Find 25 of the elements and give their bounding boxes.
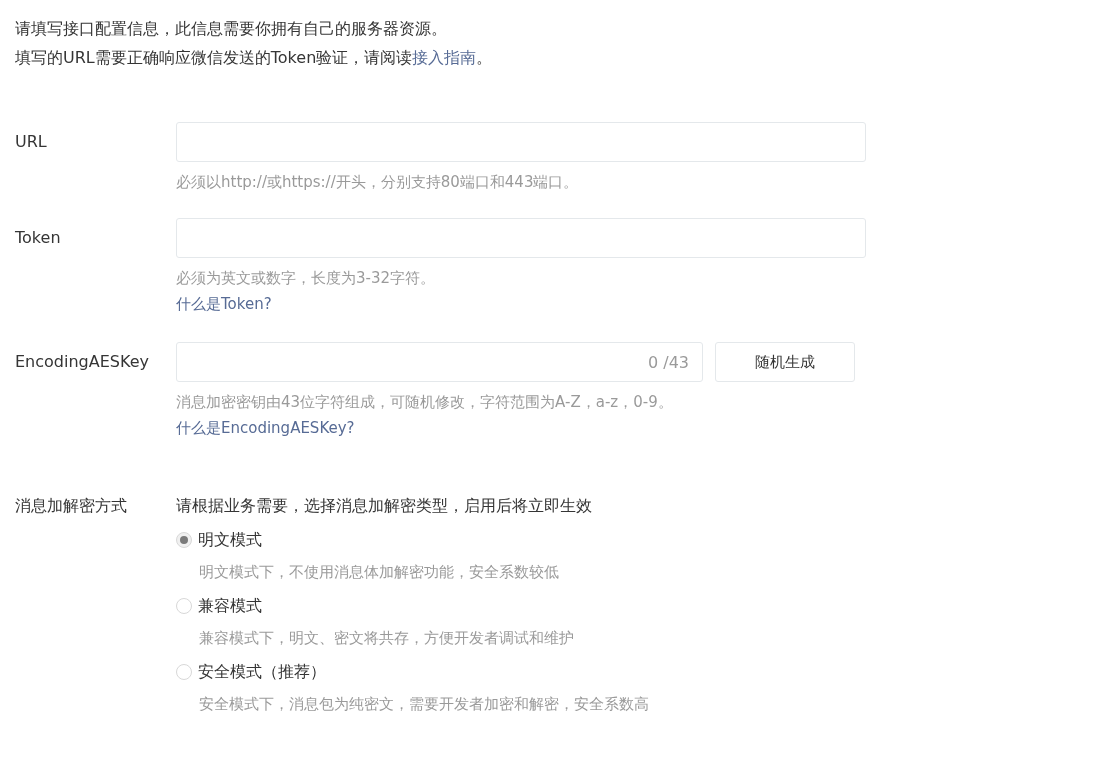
radio-button[interactable] [176, 664, 192, 680]
input-field[interactable] [176, 122, 866, 162]
input-field[interactable] [176, 218, 866, 258]
radio-button[interactable] [176, 532, 192, 548]
generate-button[interactable]: 随机生成 [715, 342, 855, 382]
field-hint: 必须为英文或数字，长度为3-32字符。 [176, 268, 437, 289]
mode-description: 请根据业务需要，选择消息加解密类型，启用后将立即生效 [176, 495, 593, 517]
help-link[interactable]: 什么是EncodingAESKey? [176, 414, 355, 442]
radio-label[interactable]: 兼容模式 [198, 594, 262, 618]
radio-button[interactable] [176, 598, 192, 614]
option-hint: 兼容模式下，明文、密文将共存，方便开发者调试和维护 [199, 628, 575, 649]
intro-text: 请填写接口配置信息，此信息需要你拥有自己的服务器资源。 [15, 18, 448, 40]
intro-text: 填写的URL需要正确响应微信发送的Token验证，请阅读接入指南。 [15, 47, 494, 69]
field-label: URL [15, 131, 48, 153]
radio-label[interactable]: 明文模式 [198, 528, 262, 552]
field-label: EncodingAESKey [15, 351, 150, 373]
field-hint: 消息加密密钥由43位字符组成，可随机修改，字符范围为A-Z，a-z，0-9。 [176, 392, 674, 413]
field-label: Token [15, 227, 62, 249]
guide-link[interactable]: 接入指南 [412, 48, 477, 67]
field-label: 消息加解密方式 [15, 495, 128, 517]
radio-label[interactable]: 安全模式（推荐） [198, 660, 326, 684]
option-hint: 安全模式下，消息包为纯密文，需要开发者加密和解密，安全系数高 [199, 694, 650, 715]
field-hint: 必须以http://或https://开头，分别支持80端口和443端口。 [176, 172, 580, 193]
help-link[interactable]: 什么是Token? [176, 290, 272, 318]
option-hint: 明文模式下，不使用消息体加解密功能，安全系数较低 [199, 562, 560, 583]
